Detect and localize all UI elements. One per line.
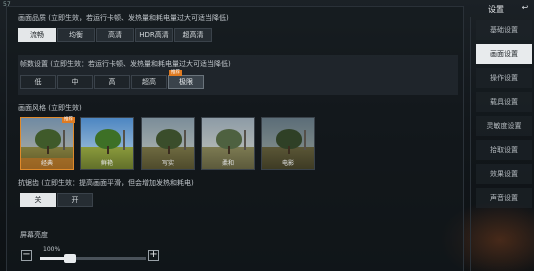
style-label-classic: 经典 bbox=[40, 160, 53, 167]
antialias-selector: 关 开 bbox=[20, 193, 94, 207]
sidebar-item-basic[interactable]: 基础设置 bbox=[476, 20, 532, 40]
sidebar-title: 设置 bbox=[488, 5, 504, 14]
style-label-vivid: 鲜艳 bbox=[100, 160, 113, 167]
brightness-slider-handle[interactable] bbox=[64, 254, 76, 263]
framerate-option-ultra[interactable]: 超高 bbox=[131, 75, 167, 89]
quality-option-smooth[interactable]: 流畅 bbox=[18, 28, 56, 42]
antialias-title: 抗锯齿 (立即生效：提高画面平滑，但会增加发热和耗电) bbox=[18, 179, 194, 187]
brightness-value: 100% bbox=[43, 246, 61, 253]
style-label-soft: 柔和 bbox=[221, 160, 234, 167]
framerate-option-low[interactable]: 低 bbox=[20, 75, 56, 89]
style-title: 画面风格 (立即生效) bbox=[18, 104, 82, 112]
framerate-option-high[interactable]: 高 bbox=[94, 75, 130, 89]
brightness-title: 屏幕亮度 bbox=[20, 231, 48, 239]
quality-title: 画面品质 (立即生效，若运行卡顿、发热量和耗电量过大可适当降低) bbox=[18, 14, 229, 22]
quality-option-hd[interactable]: 高清 bbox=[96, 28, 134, 42]
antialias-option-on[interactable]: 开 bbox=[57, 193, 93, 207]
sidebar-item-sound[interactable]: 声音设置 bbox=[476, 188, 532, 208]
sidebar-item-sensitivity[interactable]: 灵敏度设置 bbox=[476, 116, 532, 136]
sidebar-item-graphics[interactable]: 画面设置 bbox=[476, 44, 532, 64]
framerate-option-medium[interactable]: 中 bbox=[57, 75, 93, 89]
sidebar-item-vehicle[interactable]: 载具设置 bbox=[476, 92, 532, 112]
framerate-selector: 低 中 高 超高 极限 bbox=[20, 75, 205, 89]
quality-option-balanced[interactable]: 均衡 bbox=[57, 28, 95, 42]
style-label-realistic: 写实 bbox=[161, 160, 174, 167]
style-thumb-realistic[interactable]: 写实 bbox=[141, 117, 195, 170]
brightness-minus-button[interactable]: − bbox=[21, 250, 32, 261]
framerate-recommended-badge: 推荐 bbox=[169, 70, 182, 76]
style-thumb-vivid[interactable]: 鲜艳 bbox=[80, 117, 134, 170]
quality-option-hdr[interactable]: HDR高清 bbox=[135, 28, 173, 42]
quality-option-uhd[interactable]: 超高清 bbox=[174, 28, 212, 42]
sidebar-divider bbox=[470, 17, 471, 271]
brightness-plus-button[interactable]: + bbox=[148, 250, 159, 261]
style-thumb-soft[interactable]: 柔和 bbox=[201, 117, 255, 170]
style-thumb-classic[interactable]: 经典 bbox=[20, 117, 74, 170]
sidebar-item-effects[interactable]: 效果设置 bbox=[476, 164, 532, 184]
quality-selector: 流畅 均衡 高清 HDR高清 超高清 bbox=[18, 28, 213, 42]
framerate-title: 帧数设置 (立即生效：若运行卡顿、发热量和耗电量过大可适当降低) bbox=[20, 60, 231, 68]
style-recommended-badge: 推荐 bbox=[62, 117, 75, 123]
sidebar-item-controls[interactable]: 操作设置 bbox=[476, 68, 532, 88]
style-thumb-cinema[interactable]: 电影 bbox=[261, 117, 315, 170]
antialias-option-off[interactable]: 关 bbox=[20, 193, 56, 207]
framerate-option-extreme[interactable]: 极限 bbox=[168, 75, 204, 89]
back-icon[interactable]: ↩ bbox=[520, 3, 530, 13]
sidebar-item-pickup[interactable]: 拾取设置 bbox=[476, 140, 532, 160]
style-label-cinema: 电影 bbox=[281, 160, 294, 167]
